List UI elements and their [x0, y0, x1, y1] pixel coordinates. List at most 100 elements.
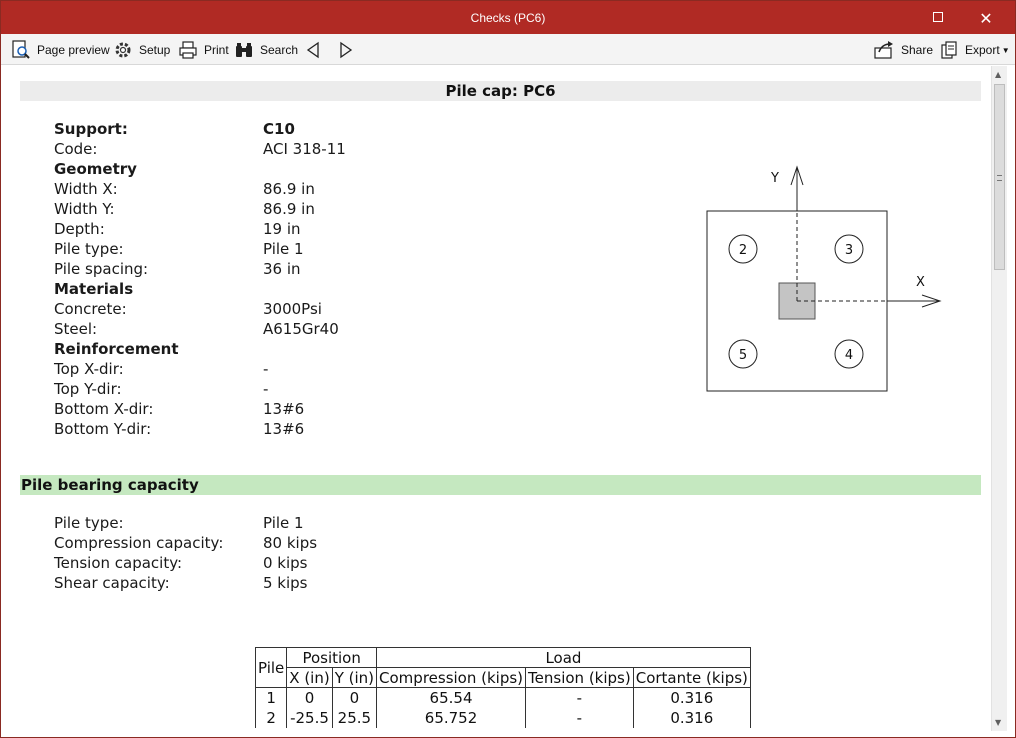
depth-value: 19 in — [263, 220, 301, 238]
support-value: C10 — [263, 120, 295, 138]
cell-tension: - — [525, 687, 634, 708]
compression-capacity-value: 80 kips — [263, 534, 318, 552]
pile-cap-diagram: Y X 2 3 5 4 — [706, 165, 942, 392]
pile-loads-table: Pile Position Load X (in) Y (in) Compres… — [254, 647, 751, 728]
bearing-pile-type-value: Pile 1 — [263, 514, 304, 532]
previous-button[interactable] — [305, 40, 321, 60]
cell-x: -25.5 — [286, 707, 333, 728]
depth-label: Depth: — [54, 220, 105, 238]
scroll-up-icon[interactable]: ▲ — [995, 70, 1001, 79]
concrete-label: Concrete: — [54, 300, 127, 318]
support-label: Support: — [54, 120, 128, 138]
bottom-y-value: 13#6 — [263, 420, 305, 438]
col-y-header: Y (in) — [331, 667, 378, 688]
cell-pile: 2 — [254, 707, 288, 728]
steel-label: Steel: — [54, 320, 98, 338]
top-y-label: Top Y-dir: — [54, 380, 122, 398]
page-preview-label: Page preview — [37, 43, 110, 57]
pile-spacing-value: 36 in — [263, 260, 301, 278]
close-icon: ✕ — [979, 9, 993, 28]
print-label: Print — [204, 43, 229, 57]
width-x-value: 86.9 in — [263, 180, 315, 198]
gear-icon — [115, 42, 131, 58]
cell-cortante: 0.316 — [632, 687, 751, 708]
setup-button[interactable]: Setup — [113, 40, 170, 60]
title-bar: Checks (PC6) ✕ — [1, 1, 1015, 34]
load-group-header: Load — [376, 647, 751, 668]
toolbar: Page preview Setup Print Search Share Ex… — [1, 34, 1015, 65]
cell-compression: 65.54 — [376, 687, 527, 708]
top-x-label: Top X-dir: — [54, 360, 124, 378]
bearing-pile-type-label: Pile type: — [54, 514, 124, 532]
arrow-left-icon — [306, 41, 319, 59]
code-value: ACI 318-11 — [263, 140, 346, 158]
position-group-header: Position — [286, 647, 378, 668]
tension-capacity-label: Tension capacity: — [54, 554, 183, 572]
maximize-button[interactable] — [923, 7, 953, 29]
shear-capacity-value: 5 kips — [263, 574, 308, 592]
search-button[interactable]: Search — [234, 40, 298, 60]
bottom-x-label: Bottom X-dir: — [54, 400, 154, 418]
col-pile-header: Pile — [254, 647, 288, 688]
concrete-value: 3000Psi — [263, 300, 322, 318]
materials-header-label: Materials — [54, 280, 134, 298]
col-cortante-header: Cortante (kips) — [632, 667, 751, 688]
col-tension-header: Tension (kips) — [525, 667, 634, 688]
width-y-label: Width Y: — [54, 200, 115, 218]
setup-label: Setup — [139, 43, 171, 57]
bearing-section-title: Pile bearing capacity — [20, 475, 981, 495]
cell-y: 25.5 — [331, 707, 378, 728]
top-y-value: - — [263, 380, 269, 398]
cell-y: 0 — [331, 687, 378, 708]
cell-tension: - — [525, 707, 634, 728]
col-x-header: X (in) — [286, 667, 333, 688]
scrollbar-thumb[interactable] — [994, 84, 1005, 270]
width-x-label: Width X: — [54, 180, 118, 198]
steel-value: A615Gr40 — [263, 320, 339, 338]
bottom-x-value: 13#6 — [263, 400, 305, 418]
pile-type-label: Pile type: — [54, 240, 124, 258]
top-x-value: - — [263, 360, 269, 378]
pile-2-label: 2 — [739, 243, 747, 258]
search-label: Search — [260, 43, 299, 57]
page-preview-button[interactable]: Page preview — [11, 40, 110, 60]
pile-4-label: 4 — [845, 348, 853, 363]
bottom-y-label: Bottom Y-dir: — [54, 420, 152, 438]
report-content[interactable]: Pile cap: PC6 Support: C10 Code: ACI 318… — [10, 66, 991, 731]
tension-capacity-value: 0 kips — [263, 554, 308, 572]
checks-window: Checks (PC6) ✕ Page preview Setup Print … — [0, 0, 1016, 738]
shear-capacity-label: Shear capacity: — [54, 574, 170, 592]
geometry-header-label: Geometry — [54, 160, 137, 178]
close-button[interactable]: ✕ — [971, 9, 1001, 31]
page-preview-icon — [12, 40, 30, 59]
maximize-icon — [933, 12, 943, 22]
vertical-scrollbar[interactable]: ▲ ▼ — [991, 66, 1007, 731]
table-subheader-row: X (in) Y (in) Compression (kips) Tension… — [256, 667, 751, 688]
next-button[interactable] — [338, 40, 354, 60]
arrow-right-icon — [340, 41, 353, 59]
printer-icon — [179, 41, 197, 59]
share-icon — [874, 41, 893, 59]
pile-3-label: 3 — [845, 243, 853, 258]
pile-type-value: Pile 1 — [263, 240, 304, 258]
share-label: Share — [901, 43, 934, 57]
y-axis-label: Y — [770, 171, 779, 186]
export-icon — [941, 41, 957, 59]
col-compression-header: Compression (kips) — [376, 667, 527, 688]
export-button[interactable]: Export ▼ — [939, 40, 1010, 60]
grip-icon — [997, 175, 1002, 181]
table-header-row: Pile Position Load — [254, 647, 751, 688]
page-title: Pile cap: PC6 — [20, 81, 981, 101]
scroll-down-icon[interactable]: ▼ — [995, 718, 1001, 727]
share-button[interactable]: Share — [873, 40, 933, 60]
chevron-down-icon: ▼ — [1001, 45, 1010, 55]
cell-pile: 1 — [254, 687, 288, 708]
reinforcement-header-label: Reinforcement — [54, 340, 179, 358]
binoculars-icon — [236, 43, 252, 57]
print-button[interactable]: Print — [178, 40, 229, 60]
pile-5-label: 5 — [739, 348, 747, 363]
pile-spacing-label: Pile spacing: — [54, 260, 149, 278]
compression-capacity-label: Compression capacity: — [54, 534, 224, 552]
window-title: Checks (PC6) — [470, 11, 546, 25]
cell-compression: 65.752 — [376, 707, 527, 728]
